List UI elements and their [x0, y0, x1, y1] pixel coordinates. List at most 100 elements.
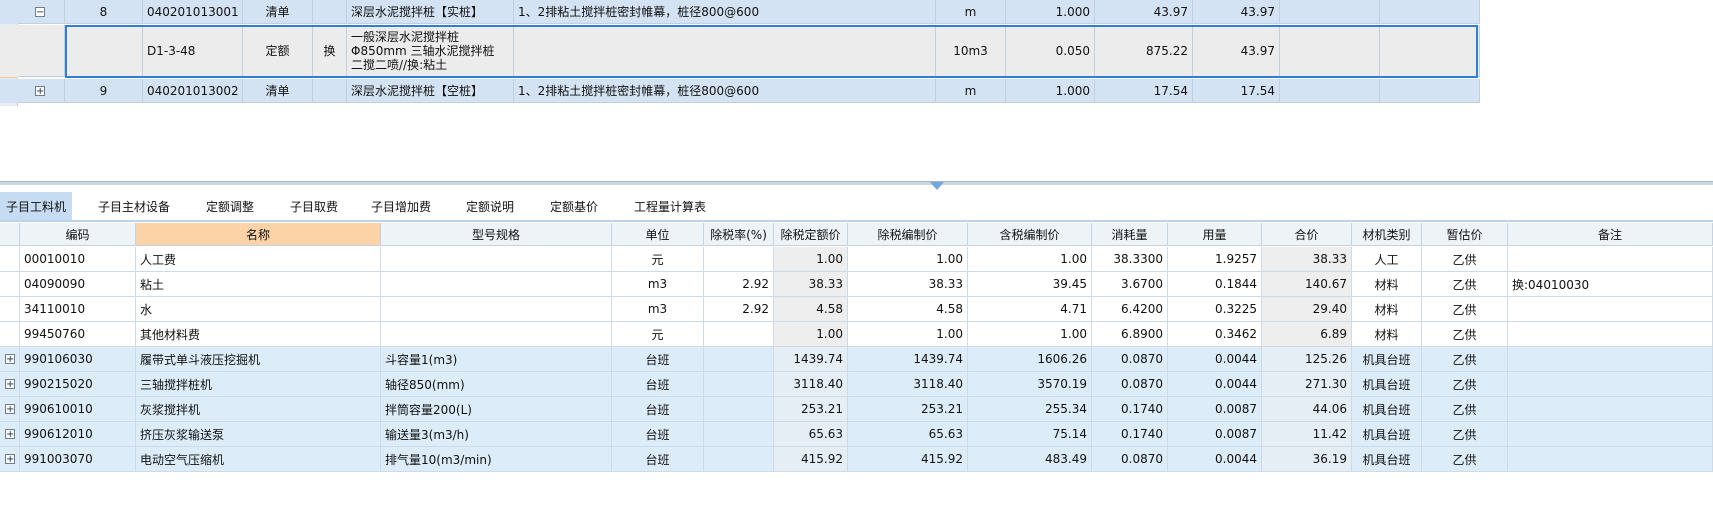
estimate-cell[interactable]: 乙供 — [1422, 397, 1508, 422]
base-price-cell[interactable]: 1.00 — [774, 322, 848, 347]
compile-price-cell[interactable]: 415.92 — [848, 447, 968, 472]
tab-quota-description[interactable]: 定额说明 — [456, 192, 524, 220]
table-row[interactable]: +990610010 灰浆搅拌机 拌筒容量200(L) 台班 253.21 253.21 2… — [0, 397, 1713, 422]
col-estimate[interactable]: 暂估价 — [1422, 223, 1508, 246]
spec-cell[interactable] — [381, 247, 612, 272]
name-cell[interactable]: 挤压灰浆输送泵 — [136, 422, 381, 447]
tax-rate-cell[interactable]: 2.92 — [704, 297, 774, 322]
spec-cell[interactable]: 排气量10(m3/min) — [381, 447, 612, 472]
expand-icon[interactable]: + — [5, 429, 15, 440]
code-cell[interactable]: 990612010 — [20, 422, 136, 447]
col-compile-price[interactable]: 除税编制价 — [848, 223, 968, 246]
remark-cell[interactable] — [1508, 322, 1713, 347]
tax-rate-cell[interactable] — [704, 447, 774, 472]
tax-rate-cell[interactable] — [704, 422, 774, 447]
code-cell[interactable]: 00010010 — [20, 247, 136, 272]
col-total[interactable]: 合价 — [1262, 223, 1352, 246]
estimate-cell[interactable]: 乙供 — [1422, 322, 1508, 347]
base-price-cell[interactable]: 1.00 — [774, 247, 848, 272]
consumption-cell[interactable]: 3.6700 — [1092, 272, 1168, 297]
table-row[interactable]: +991003070 电动空气压缩机 排气量10(m3/min) 台班 415.92 41… — [0, 447, 1713, 472]
tab-main-material-equipment[interactable]: 子目主材设备 — [88, 192, 180, 220]
unit-cell[interactable]: m3 — [612, 297, 704, 322]
spec-cell[interactable] — [381, 297, 612, 322]
unit-cell[interactable]: m3 — [612, 272, 704, 297]
category-cell[interactable]: 材料 — [1352, 297, 1422, 322]
compile-price-cell[interactable]: 38.33 — [848, 272, 968, 297]
tab-quota-base-price[interactable]: 定额基价 — [540, 192, 608, 220]
col-base-price[interactable]: 除税定额价 — [774, 223, 848, 246]
table-row[interactable]: +990215020 三轴搅拌桩机 轴径850(mm) 台班 3118.40 3118.4… — [0, 372, 1713, 397]
name-cell[interactable]: 水 — [136, 297, 381, 322]
remark-cell[interactable]: 换:04010030 — [1508, 272, 1713, 297]
tax-rate-cell[interactable] — [704, 397, 774, 422]
total-cell[interactable]: 6.89 — [1262, 322, 1352, 347]
expand-icon[interactable]: + — [5, 454, 15, 465]
base-price-cell[interactable]: 3118.40 — [774, 372, 848, 397]
spec-cell[interactable] — [381, 272, 612, 297]
compile-price-cell[interactable]: 1.00 — [848, 247, 968, 272]
remark-cell[interactable] — [1508, 297, 1713, 322]
unit-cell[interactable]: 台班 — [612, 447, 704, 472]
tab-quantity-calculation[interactable]: 工程量计算表 — [624, 192, 716, 220]
table-row[interactable]: +990106030 履带式单斗液压挖掘机 斗容量1(m3) 台班 1439.74 143… — [0, 347, 1713, 372]
total-cell[interactable]: 29.40 — [1262, 297, 1352, 322]
compile-price-cell[interactable]: 4.58 — [848, 297, 968, 322]
bill-row[interactable]: + 9 040201013002 清单 深层水泥搅拌桩【空桩】 1、2排粘土搅拌… — [0, 79, 1480, 103]
tax-incl-price-cell[interactable]: 4.71 — [968, 297, 1092, 322]
col-tax-incl-price[interactable]: 含税编制价 — [968, 223, 1092, 246]
remark-cell[interactable] — [1508, 422, 1713, 447]
remark-cell[interactable] — [1508, 397, 1713, 422]
total-cell[interactable]: 125.26 — [1262, 347, 1352, 372]
base-price-cell[interactable]: 253.21 — [774, 397, 848, 422]
spec-cell[interactable]: 拌筒容量200(L) — [381, 397, 612, 422]
spec-cell[interactable]: 斗容量1(m3) — [381, 347, 612, 372]
spec-cell[interactable]: 输送量3(m3/h) — [381, 422, 612, 447]
base-price-cell[interactable]: 65.63 — [774, 422, 848, 447]
table-row[interactable]: 04090090 粘土 m3 2.92 38.33 38.33 39.45 3.6700 0.1… — [0, 272, 1713, 297]
base-price-cell[interactable]: 415.92 — [774, 447, 848, 472]
estimate-cell[interactable]: 乙供 — [1422, 447, 1508, 472]
consumption-cell[interactable]: 0.1740 — [1092, 397, 1168, 422]
tax-incl-price-cell[interactable]: 1.00 — [968, 247, 1092, 272]
collapse-icon[interactable]: − — [35, 7, 45, 18]
estimate-cell[interactable]: 乙供 — [1422, 422, 1508, 447]
category-cell[interactable]: 机具台班 — [1352, 347, 1422, 372]
usage-cell[interactable]: 1.9257 — [1168, 247, 1262, 272]
consumption-cell[interactable]: 0.1740 — [1092, 422, 1168, 447]
total-cell[interactable]: 38.33 — [1262, 247, 1352, 272]
tax-incl-price-cell[interactable]: 3570.19 — [968, 372, 1092, 397]
usage-cell[interactable]: 0.3462 — [1168, 322, 1262, 347]
unit-cell[interactable]: 台班 — [612, 397, 704, 422]
tax-rate-cell[interactable] — [704, 322, 774, 347]
name-cell[interactable]: 电动空气压缩机 — [136, 447, 381, 472]
tax-incl-price-cell[interactable]: 1.00 — [968, 322, 1092, 347]
quota-row[interactable]: D1-3-48 定额 换 一般深层水泥搅拌桩 Φ850mm 三轴水泥搅拌桩 二搅… — [0, 25, 1480, 77]
usage-cell[interactable]: 0.0044 — [1168, 372, 1262, 397]
base-price-cell[interactable]: 38.33 — [774, 272, 848, 297]
expand-icon[interactable]: + — [5, 379, 15, 390]
col-code[interactable]: 编码 — [20, 223, 136, 246]
name-cell[interactable]: 三轴搅拌桩机 — [136, 372, 381, 397]
code-cell[interactable]: 990106030 — [20, 347, 136, 372]
tax-incl-price-cell[interactable]: 75.14 — [968, 422, 1092, 447]
category-cell[interactable]: 材料 — [1352, 272, 1422, 297]
total-cell[interactable]: 11.42 — [1262, 422, 1352, 447]
tab-quota-adjustment[interactable]: 定额调整 — [196, 192, 264, 220]
expand-icon[interactable]: + — [5, 404, 15, 415]
tax-rate-cell[interactable] — [704, 372, 774, 397]
total-cell[interactable]: 44.06 — [1262, 397, 1352, 422]
tab-fee-setting[interactable]: 子目取费 — [280, 192, 348, 220]
spec-cell[interactable]: 轴径850(mm) — [381, 372, 612, 397]
unit-cell[interactable]: 元 — [612, 247, 704, 272]
category-cell[interactable]: 机具台班 — [1352, 422, 1422, 447]
estimate-cell[interactable]: 乙供 — [1422, 372, 1508, 397]
category-cell[interactable]: 机具台班 — [1352, 447, 1422, 472]
category-cell[interactable]: 材料 — [1352, 322, 1422, 347]
remark-cell[interactable] — [1508, 372, 1713, 397]
splitter-toggle-icon[interactable] — [930, 182, 944, 190]
col-category[interactable]: 材机类别 — [1352, 223, 1422, 246]
compile-price-cell[interactable]: 1.00 — [848, 322, 968, 347]
code-cell[interactable]: 34110010 — [20, 297, 136, 322]
tab-additional-fee[interactable]: 子目增加费 — [362, 192, 440, 220]
